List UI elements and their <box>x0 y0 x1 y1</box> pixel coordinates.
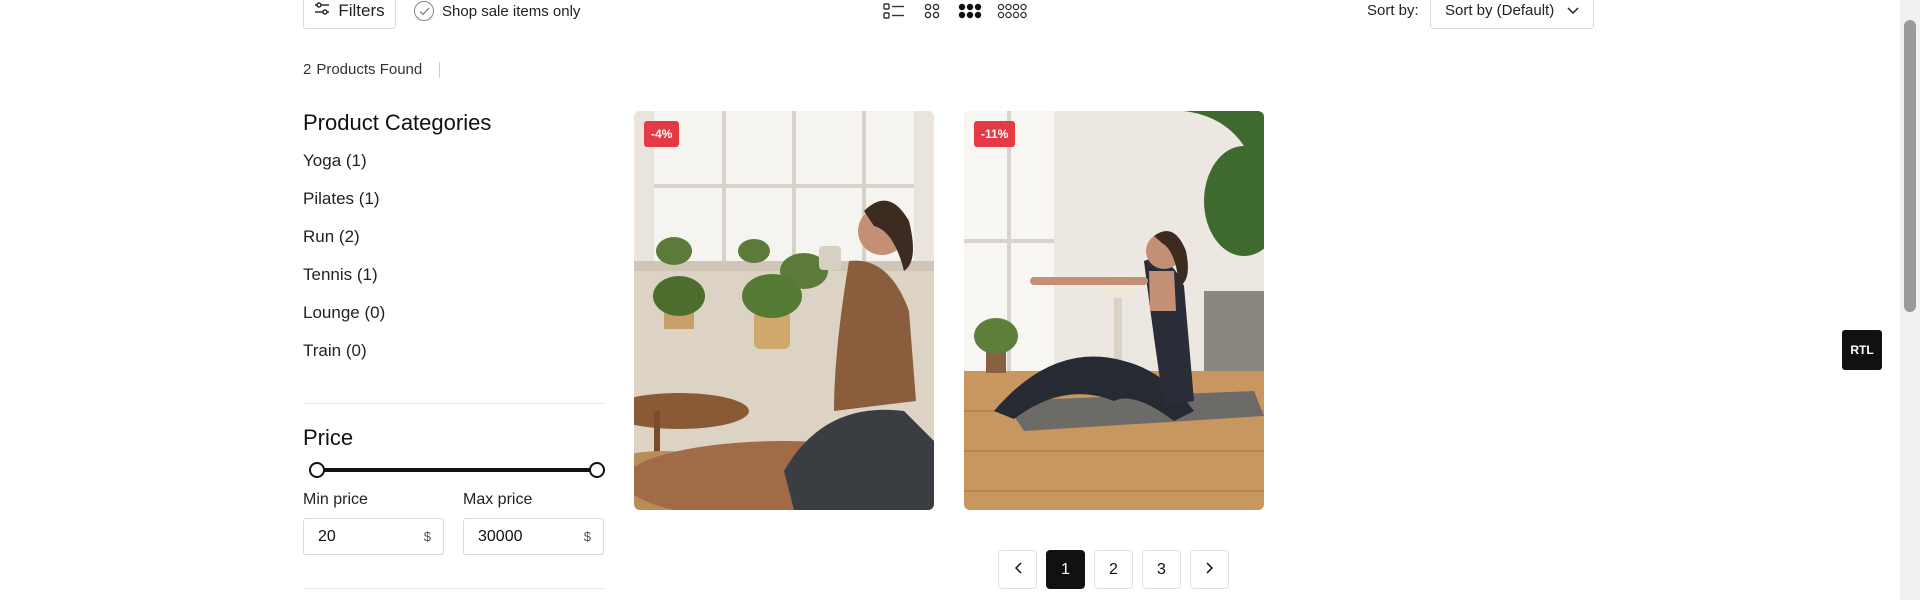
sale-items-toggle[interactable]: Shop sale items only <box>414 0 580 22</box>
pagination: 1 2 3 <box>998 550 1229 589</box>
category-item[interactable]: Train (0) <box>303 332 605 370</box>
results-number: 2 <box>303 61 312 78</box>
filters-button[interactable]: Filters <box>303 0 396 29</box>
product-image[interactable] <box>634 111 934 510</box>
price-range-slider[interactable] <box>303 462 605 478</box>
sort-select[interactable]: Sort by (Default) <box>1430 0 1594 29</box>
category-item[interactable]: Pilates (1) <box>303 180 605 218</box>
category-item[interactable]: Tennis (1) <box>303 256 605 294</box>
product-card[interactable]: -11% <box>964 111 1264 510</box>
filters-label: Filters <box>338 0 385 20</box>
max-price-value: 30000 <box>478 527 523 545</box>
currency-symbol: $ <box>583 529 591 544</box>
max-price-input[interactable]: 30000 $ <box>463 518 604 555</box>
page-button-2[interactable]: 2 <box>1094 550 1133 589</box>
discount-badge: -4% <box>644 121 680 147</box>
scrollbar[interactable] <box>1900 0 1920 600</box>
filter-sidebar: Product Categories Yoga (1) Pilates (1) … <box>303 110 605 380</box>
list-layout-icon[interactable] <box>882 2 906 20</box>
category-item[interactable]: Run (2) <box>303 218 605 256</box>
product-card[interactable]: -4% <box>634 111 934 510</box>
sort-label: Sort by: <box>1367 2 1419 19</box>
page-button-3[interactable]: 3 <box>1142 550 1181 589</box>
discount-badge: -11% <box>974 121 1016 147</box>
prev-page-button[interactable] <box>998 550 1037 589</box>
shop-toolbar: Filters Shop sale items only Sort by: So… <box>0 0 1900 40</box>
range-track <box>317 468 597 472</box>
range-max-handle[interactable] <box>589 462 605 478</box>
grid-2-icon[interactable] <box>920 2 944 20</box>
check-circle-icon[interactable] <box>414 1 434 21</box>
scrollbar-thumb[interactable] <box>1904 20 1916 312</box>
range-min-handle[interactable] <box>309 462 325 478</box>
sale-items-label: Shop sale items only <box>442 2 581 20</box>
category-item[interactable]: Yoga (1) <box>303 142 605 180</box>
chevron-left-icon <box>1014 561 1022 579</box>
sort-value: Sort by (Default) <box>1445 2 1555 19</box>
product-image[interactable] <box>964 111 1264 510</box>
chevron-down-icon <box>1567 2 1579 19</box>
chevron-right-icon <box>1205 561 1214 579</box>
max-price-label: Max price <box>463 491 533 508</box>
min-price-label: Min price <box>303 491 368 508</box>
sidebar-divider <box>303 588 605 589</box>
layout-switcher <box>882 2 1028 20</box>
sliders-icon <box>314 1 330 21</box>
results-label: Products Found <box>316 61 423 78</box>
next-page-button[interactable] <box>1190 550 1229 589</box>
price-title: Price <box>303 425 354 450</box>
currency-symbol: $ <box>423 529 431 544</box>
min-price-input[interactable]: 20 $ <box>303 518 444 555</box>
grid-3-icon[interactable] <box>958 2 982 20</box>
divider <box>439 61 441 78</box>
category-item[interactable]: Lounge (0) <box>303 294 605 332</box>
categories-title: Product Categories <box>303 110 492 135</box>
grid-4-icon[interactable] <box>996 2 1028 20</box>
min-price-value: 20 <box>318 527 336 545</box>
rtl-toggle-button[interactable]: RTL <box>1842 330 1882 370</box>
page-button-1[interactable]: 1 <box>1046 550 1085 589</box>
sidebar-divider <box>303 403 605 404</box>
results-count: 2 Products Found <box>303 61 441 78</box>
